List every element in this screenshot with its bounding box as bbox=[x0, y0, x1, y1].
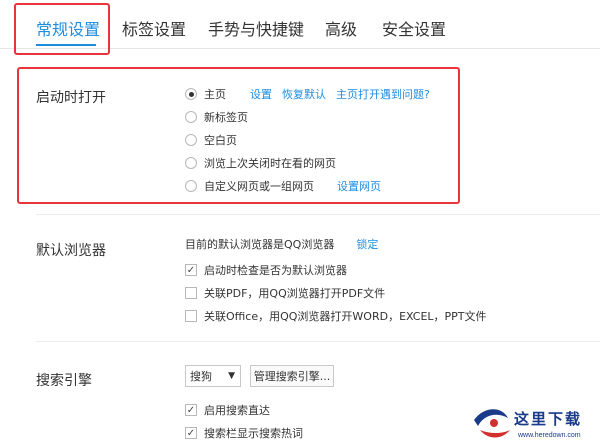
option-label: 新标签页 bbox=[204, 111, 248, 124]
default-browser-status-row: 目前的默认浏览器是QQ浏览器 锁定 bbox=[185, 236, 378, 252]
radio-icon[interactable] bbox=[185, 180, 197, 192]
radio-icon[interactable] bbox=[185, 88, 197, 100]
checkbox-label: 关联PDF，用QQ浏览器打开PDF文件 bbox=[204, 287, 386, 300]
radio-icon[interactable] bbox=[185, 134, 197, 146]
checkbox-icon[interactable]: ✓ bbox=[185, 427, 197, 439]
associate-pdf[interactable]: 关联PDF，用QQ浏览器打开PDF文件 bbox=[185, 285, 385, 301]
checkbox-icon[interactable]: ✓ bbox=[185, 404, 197, 416]
section-divider bbox=[36, 214, 600, 215]
tab-highlight-box bbox=[14, 3, 110, 55]
section-divider bbox=[36, 341, 600, 342]
lock-link[interactable]: 锁定 bbox=[356, 236, 378, 252]
checkbox-label: 启动时检查是否为默认浏览器 bbox=[204, 264, 347, 277]
startup-option-custom[interactable]: 自定义网页或一组网页 设置网页 bbox=[185, 178, 381, 194]
show-hot-search-words[interactable]: ✓ 搜索栏显示搜索热词 bbox=[185, 425, 303, 441]
watermark-brand: 这里下载 bbox=[514, 410, 583, 428]
checkbox-label: 关联Office，用QQ浏览器打开WORD，EXCEL，PPT文件 bbox=[204, 310, 487, 323]
watermark-url: www.heredown.com bbox=[518, 432, 581, 439]
option-label: 空白页 bbox=[204, 134, 237, 147]
homepage-problem-link[interactable]: 主页打开遇到问题? bbox=[336, 86, 430, 102]
option-label: 主页 bbox=[204, 88, 226, 101]
tab-advanced[interactable]: 高级 bbox=[325, 16, 357, 40]
enable-search-direct[interactable]: ✓ 启用搜索直达 bbox=[185, 402, 270, 418]
default-browser-status: 目前的默认浏览器是QQ浏览器 bbox=[185, 238, 335, 251]
tab-security[interactable]: 安全设置 bbox=[382, 16, 446, 40]
option-label: 浏览上次关闭时在看的网页 bbox=[204, 157, 336, 170]
tab-tab-settings[interactable]: 标签设置 bbox=[122, 16, 186, 40]
startup-option-new-tab[interactable]: 新标签页 bbox=[185, 109, 248, 125]
checkbox-icon[interactable] bbox=[185, 287, 197, 299]
option-label: 自定义网页或一组网页 bbox=[204, 180, 314, 193]
startup-option-home[interactable]: 主页 设置 恢复默认 主页打开遇到问题? bbox=[185, 86, 430, 102]
default-browser-section-title: 默认浏览器 bbox=[36, 243, 106, 259]
dropdown-arrow-icon: ▼ bbox=[228, 371, 235, 381]
radio-icon[interactable] bbox=[185, 111, 197, 123]
set-pages-link[interactable]: 设置网页 bbox=[337, 178, 381, 194]
home-settings-link[interactable]: 设置 bbox=[250, 86, 272, 102]
restore-default-link[interactable]: 恢复默认 bbox=[282, 86, 326, 102]
checkbox-label: 启用搜索直达 bbox=[204, 404, 270, 417]
manage-search-engines-button[interactable]: 管理搜索引擎... bbox=[250, 365, 334, 387]
startup-option-last-session[interactable]: 浏览上次关闭时在看的网页 bbox=[185, 155, 336, 171]
check-default-on-startup[interactable]: ✓ 启动时检查是否为默认浏览器 bbox=[185, 262, 347, 278]
tab-gestures-shortcuts[interactable]: 手势与快捷键 bbox=[208, 16, 304, 40]
startup-section-title: 启动时打开 bbox=[36, 90, 106, 106]
search-engine-value: 搜狗 bbox=[190, 370, 212, 383]
radio-icon[interactable] bbox=[185, 157, 197, 169]
search-engine-section-title: 搜索引擎 bbox=[36, 373, 92, 389]
startup-option-blank[interactable]: 空白页 bbox=[185, 132, 237, 148]
checkbox-label: 搜索栏显示搜索热词 bbox=[204, 427, 303, 440]
search-engine-select[interactable]: 搜狗 ▼ bbox=[185, 365, 241, 387]
checkbox-icon[interactable] bbox=[185, 310, 197, 322]
associate-office[interactable]: 关联Office，用QQ浏览器打开WORD，EXCEL，PPT文件 bbox=[185, 308, 487, 324]
checkbox-icon[interactable]: ✓ bbox=[185, 264, 197, 276]
